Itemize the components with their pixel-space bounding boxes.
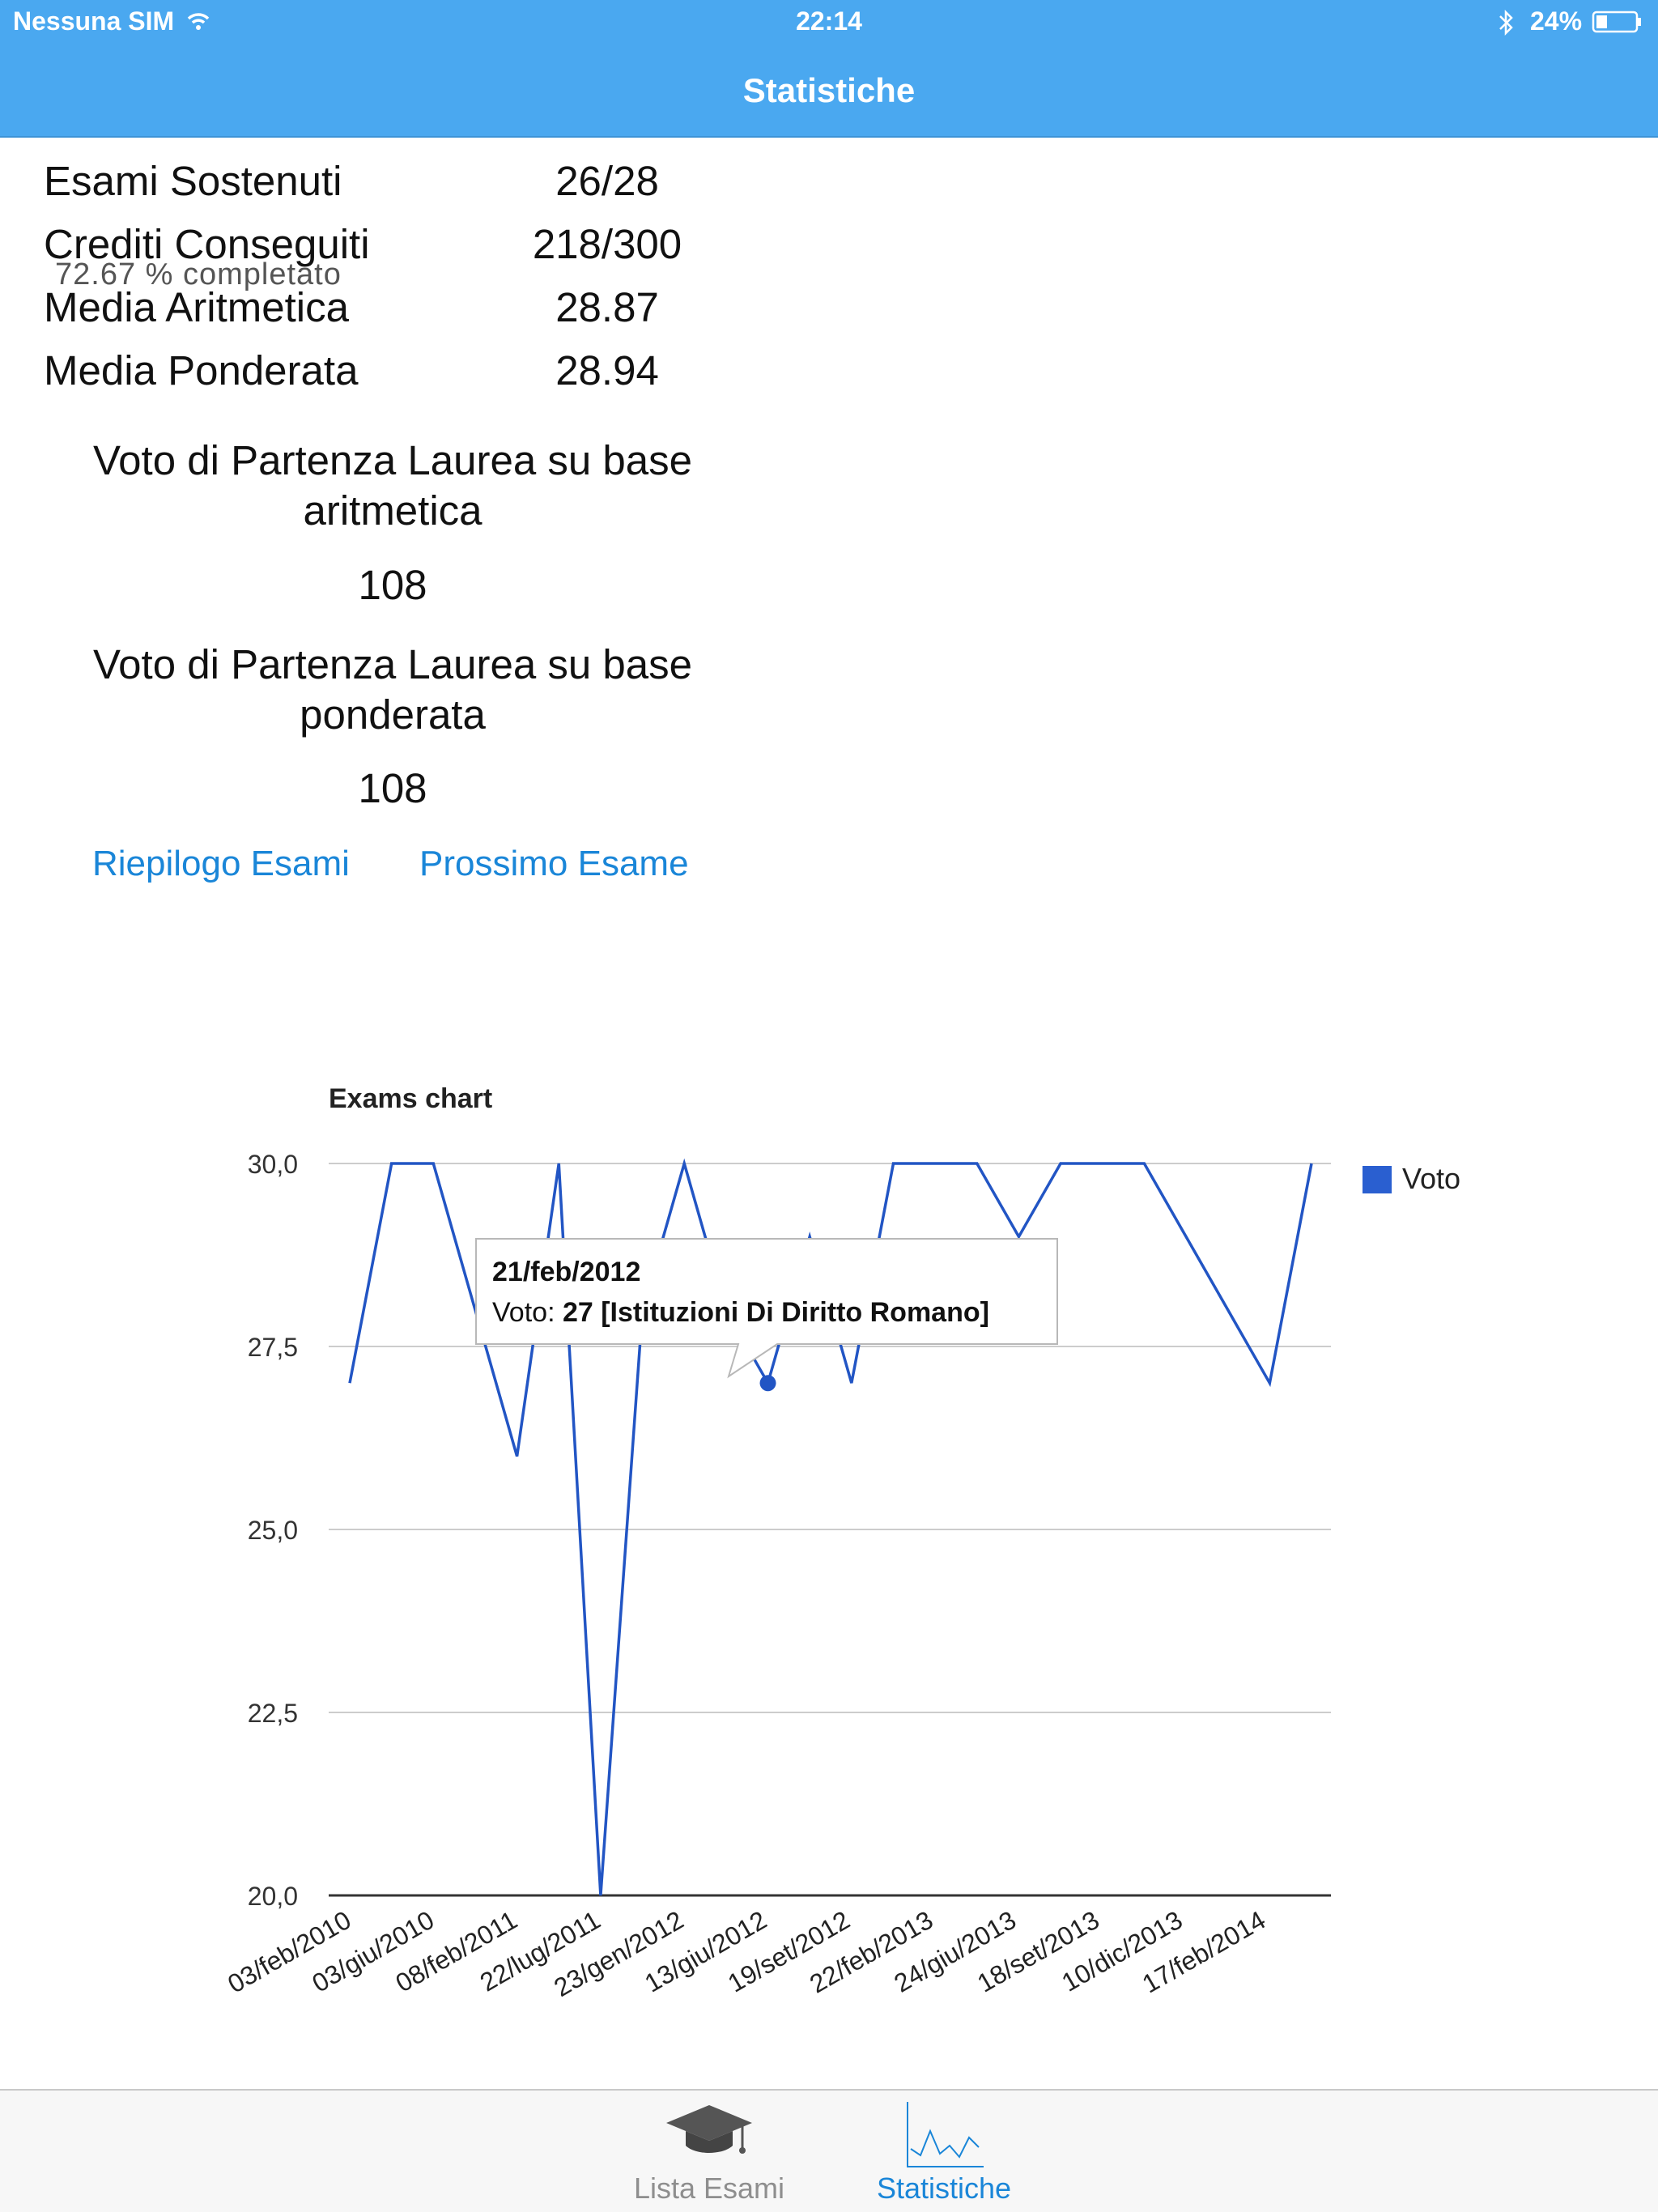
bluetooth-icon (1499, 9, 1513, 36)
tab-lista-esami[interactable]: Lista Esami (588, 2091, 831, 2212)
tab-statistiche[interactable]: Statistiche (823, 2091, 1065, 2212)
y-tick-label: 25,0 (248, 1516, 298, 1545)
arithmetic-mean-label: Media Aritmetica (44, 284, 349, 330)
weighted-mean-label: Media Ponderata (44, 347, 359, 393)
clock-label: 22:14 (796, 6, 862, 36)
tab-bar: Lista Esami Statistiche (0, 2089, 1658, 2212)
battery-icon (1592, 11, 1641, 33)
navigation-bar: Nessuna SIM 22:14 24% Statistiche (0, 0, 1658, 138)
tooltip-series-label: Voto: (492, 1297, 555, 1328)
tab-lista-esami-label: Lista Esami (633, 2172, 785, 2205)
tooltip-body: Voto: 27 [Istituzioni Di Diritto Romano] (492, 1297, 989, 1328)
degree-arithmetic-vote: 108 (358, 562, 427, 608)
chart-tooltip: 21/feb/2012 Voto: 27 [Istituzioni Di Dir… (475, 1238, 1058, 1379)
battery-percentage: 24% (1530, 6, 1583, 36)
legend-swatch-voto (1363, 1166, 1392, 1193)
tooltip-value: 27 [Istituzioni Di Diritto Romano] (563, 1297, 989, 1328)
exams-taken-value: 26/28 (555, 158, 659, 204)
exams-chart: Exams chart 30,0 27,5 25,0 22,5 20,0 03/feb/… (223, 1083, 1460, 2002)
degree-arithmetic-title: Voto di Partenza Laurea su base aritmeti… (92, 437, 693, 534)
credits-value: 218/300 (532, 221, 682, 267)
y-tick-label: 20,0 (248, 1882, 298, 1911)
y-axis-ticks: 30,0 27,5 25,0 22,5 20,0 (248, 1150, 298, 1911)
page-title: Statistiche (742, 71, 916, 109)
next-exam-link[interactable]: Prossimo Esame (419, 844, 689, 884)
degree-weighted-title: Voto di Partenza Laurea su base ponderat… (92, 641, 693, 738)
degree-weighted-vote: 108 (358, 765, 427, 811)
y-tick-label: 27,5 (248, 1333, 298, 1362)
y-tick-label: 30,0 (248, 1150, 298, 1179)
chart-title: Exams chart (329, 1083, 492, 1114)
exams-taken-label: Esami Sostenuti (44, 158, 342, 204)
tab-statistiche-label: Statistiche (876, 2172, 1012, 2205)
y-tick-label: 22,5 (248, 1699, 298, 1728)
x-axis-ticks: 03/feb/201003/giu/201008/feb/201122/lug/… (223, 1905, 1270, 2002)
highlighted-data-point[interactable] (759, 1375, 776, 1392)
tooltip-date: 21/feb/2012 (492, 1257, 640, 1287)
arithmetic-mean-value: 28.87 (555, 284, 659, 330)
exam-summary-link[interactable]: Riepilogo Esami (92, 844, 350, 884)
weighted-mean-value: 28.94 (555, 347, 659, 393)
chart-icon (907, 2102, 984, 2167)
graduation-cap-icon (666, 2105, 752, 2154)
legend-label-voto: Voto (1402, 1162, 1460, 1195)
